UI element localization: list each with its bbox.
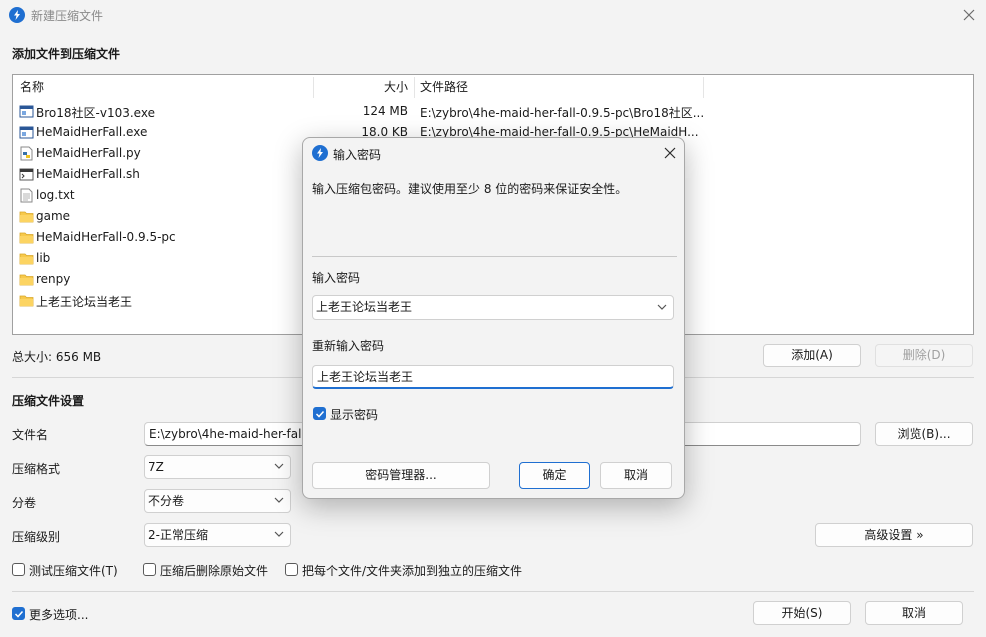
dialog-title-bar: 输入密码 [303, 138, 684, 168]
more-options-label: 更多选项... [29, 608, 89, 622]
filename-label: 文件名 [12, 428, 49, 442]
password-value: 上老王论坛当老王 [316, 300, 413, 314]
folder-icon [19, 272, 34, 287]
chevron-down-icon [274, 497, 284, 503]
compression-settings-heading: 压缩文件设置 [12, 394, 85, 408]
checkbox-box[interactable] [143, 563, 156, 576]
test-archive-label: 测试压缩文件(T) [29, 564, 118, 578]
repeat-password-input[interactable]: 上老王论坛当老王 [312, 365, 674, 389]
folder-icon [19, 293, 34, 308]
folder-icon [19, 230, 34, 245]
exe-file-icon [19, 104, 34, 119]
folder-icon [19, 251, 34, 266]
separate-archives-label: 把每个文件/文件夹添加到独立的压缩文件 [302, 564, 523, 578]
show-password-checkbox[interactable]: 显示密码 [313, 407, 393, 422]
add-button[interactable]: 添加(A) [763, 344, 861, 367]
dialog-description: 输入压缩包密码。建议使用至少 8 位的密码来保证安全性。 [312, 182, 628, 196]
dialog-divider [312, 256, 677, 257]
password-label: 输入密码 [312, 271, 361, 285]
level-dropdown[interactable]: 2-正常压缩 [144, 523, 291, 547]
delete-after-checkbox[interactable]: 压缩后删除原始文件 [143, 563, 273, 578]
folder-icon [19, 209, 34, 224]
file-name: lib [36, 251, 51, 265]
file-name: HeMaidHerFall.exe [36, 125, 148, 139]
ok-button[interactable]: 确定 [519, 462, 590, 489]
app-logo-icon [312, 145, 328, 161]
column-header-name[interactable]: 名称 [20, 75, 44, 100]
level-value: 2-正常压缩 [148, 528, 208, 542]
format-label: 压缩格式 [12, 462, 61, 476]
file-name: game [36, 209, 71, 223]
close-icon[interactable] [962, 8, 976, 22]
column-separator [703, 77, 704, 98]
file-size: 124 MB [362, 104, 408, 118]
column-header-size[interactable]: 大小 [313, 75, 408, 100]
file-row[interactable]: Bro18社区-v103.exe 124 MB E:\zybro\4he-maid-… [13, 101, 973, 122]
column-separator [414, 77, 415, 98]
total-size-label: 总大小: 656 MB [12, 350, 102, 364]
file-name: HeMaidHerFall.sh [36, 167, 140, 181]
checkbox-box[interactable] [12, 563, 25, 576]
file-name: HeMaidHerFall.py [36, 146, 141, 160]
checkbox-box[interactable] [285, 563, 298, 576]
file-name: 上老王论坛当老王 [36, 295, 133, 309]
level-label: 压缩级别 [12, 530, 61, 544]
more-options-checkbox[interactable]: 更多选项... [12, 607, 92, 622]
add-files-heading: 添加文件到压缩文件 [12, 47, 121, 61]
close-icon[interactable] [664, 147, 676, 159]
browse-button[interactable]: 浏览(B)... [875, 422, 973, 446]
chevron-down-icon [274, 463, 284, 469]
show-password-label: 显示密码 [330, 408, 379, 422]
file-name: log.txt [36, 188, 75, 202]
delete-after-label: 压缩后删除原始文件 [160, 564, 269, 578]
file-name: HeMaidHerFall-0.9.5-pc [36, 230, 176, 244]
chevron-down-icon[interactable] [657, 304, 667, 311]
exe-file-icon [19, 125, 34, 140]
shell-file-icon [19, 167, 34, 182]
start-button[interactable]: 开始(S) [753, 601, 851, 625]
python-file-icon [19, 146, 34, 161]
dialog-title: 输入密码 [333, 148, 382, 162]
file-name: Bro18社区-v103.exe [36, 106, 155, 120]
split-dropdown[interactable]: 不分卷 [144, 489, 291, 513]
password-dialog: 输入密码 输入压缩包密码。建议使用至少 8 位的密码来保证安全性。 输入密码 上… [302, 137, 685, 499]
cancel-button[interactable]: 取消 [865, 601, 963, 625]
app-logo-icon [9, 7, 25, 23]
checkmark-icon [315, 410, 325, 418]
file-path: E:\zybro\4he-maid-her-fall-0.9.5-pc\Bro1… [420, 106, 703, 120]
split-label: 分卷 [12, 496, 37, 510]
dialog-cancel-button[interactable]: 取消 [600, 462, 672, 489]
checkbox-box[interactable] [313, 407, 326, 420]
delete-button[interactable]: 删除(D) [875, 344, 973, 367]
window-title: 新建压缩文件 [31, 9, 104, 23]
advanced-settings-button[interactable]: 高级设置 » [815, 523, 973, 547]
format-dropdown[interactable]: 7Z [144, 455, 291, 479]
repeat-password-label: 重新输入密码 [312, 339, 385, 353]
password-input[interactable]: 上老王论坛当老王 [312, 295, 674, 320]
password-manager-button[interactable]: 密码管理器... [312, 462, 490, 489]
split-value: 不分卷 [148, 494, 185, 508]
format-value: 7Z [148, 460, 164, 474]
file-name: renpy [36, 272, 71, 286]
test-archive-checkbox[interactable]: 测试压缩文件(T) [12, 563, 122, 578]
column-header-path[interactable]: 文件路径 [420, 75, 468, 100]
text-file-icon [19, 188, 34, 203]
checkmark-icon [14, 610, 24, 618]
footer-divider [12, 591, 974, 592]
title-bar: 新建压缩文件 [0, 0, 986, 30]
chevron-down-icon [274, 531, 284, 537]
checkbox-box[interactable] [12, 607, 25, 620]
separate-archives-checkbox[interactable]: 把每个文件/文件夹添加到独立的压缩文件 [285, 563, 530, 578]
